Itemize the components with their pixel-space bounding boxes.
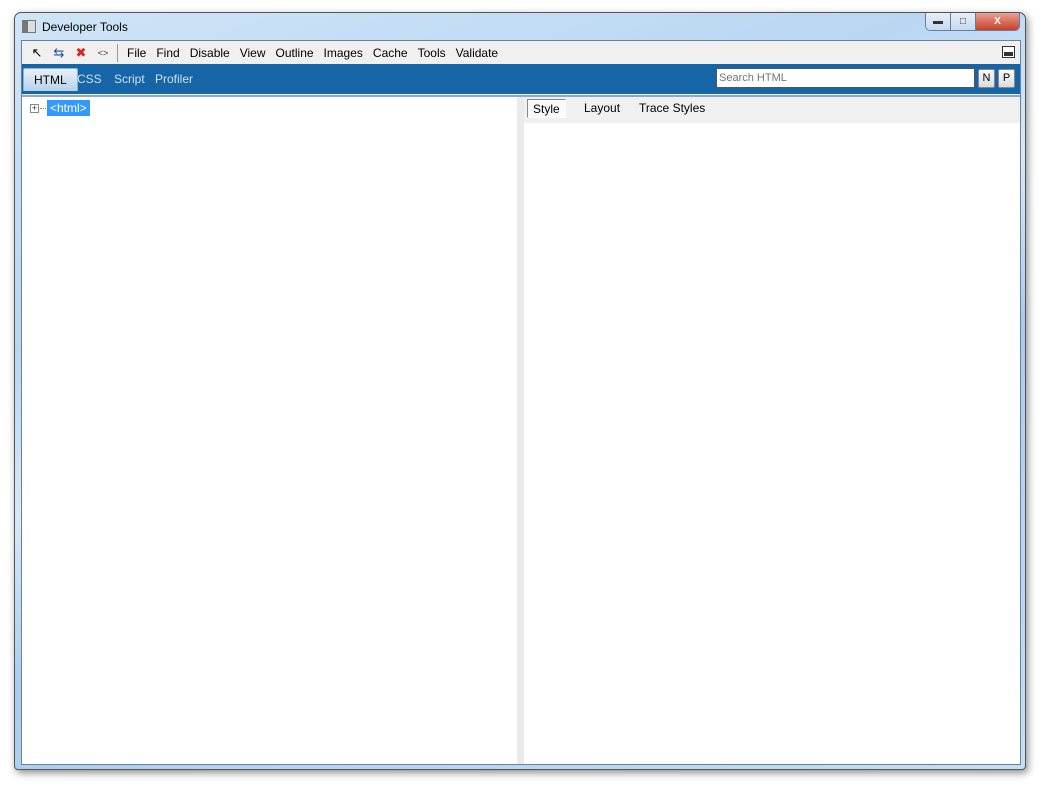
developer-tools-window: Developer Tools ▬ □ X ↖ ⇆ ✖ <> File Find… bbox=[14, 12, 1026, 770]
refresh-icon[interactable]: ⇆ bbox=[48, 43, 70, 63]
tab-bar: HTML CSS Script Profiler N P bbox=[22, 64, 1020, 94]
menu-tools[interactable]: Tools bbox=[413, 46, 451, 60]
tab-layout[interactable]: Layout bbox=[579, 99, 625, 118]
maximize-button[interactable]: □ bbox=[951, 13, 976, 30]
search-input[interactable] bbox=[716, 68, 975, 88]
style-pane: Style Layout Trace Styles bbox=[524, 97, 1020, 764]
close-button[interactable]: X bbox=[976, 13, 1019, 30]
menu-images[interactable]: Images bbox=[319, 46, 368, 60]
html-node-label[interactable]: <html> bbox=[47, 100, 90, 116]
tab-trace-styles[interactable]: Trace Styles bbox=[634, 99, 710, 118]
view-source-icon[interactable]: <> bbox=[92, 43, 114, 63]
html-tree-pane: + <html> bbox=[22, 97, 517, 764]
app-icon bbox=[22, 20, 36, 33]
style-tab-bar: Style Layout Trace Styles bbox=[524, 97, 1020, 123]
expand-icon[interactable]: + bbox=[30, 103, 39, 113]
dock-icon[interactable] bbox=[1002, 46, 1015, 58]
client-area: ↖ ⇆ ✖ <> File Find Disable View Outline … bbox=[21, 40, 1021, 765]
menu-disable[interactable]: Disable bbox=[185, 46, 235, 60]
menu-bar: ↖ ⇆ ✖ <> File Find Disable View Outline … bbox=[22, 41, 1020, 64]
tree-connector bbox=[40, 107, 46, 109]
tab-profiler[interactable]: Profiler bbox=[145, 68, 203, 91]
tree-node[interactable]: + <html> bbox=[30, 100, 90, 116]
menu-cache[interactable]: Cache bbox=[368, 46, 413, 60]
menu-file[interactable]: File bbox=[122, 46, 151, 60]
previous-button[interactable]: P bbox=[998, 69, 1015, 88]
pane-splitter[interactable] bbox=[517, 97, 524, 764]
select-element-icon[interactable]: ↖ bbox=[26, 43, 48, 63]
title-bar[interactable]: Developer Tools ▬ □ X bbox=[15, 13, 1025, 40]
minimize-button[interactable]: ▬ bbox=[926, 13, 951, 30]
menu-find[interactable]: Find bbox=[151, 46, 184, 60]
menu-view[interactable]: View bbox=[235, 46, 271, 60]
tab-style[interactable]: Style bbox=[527, 99, 566, 118]
window-title: Developer Tools bbox=[42, 20, 128, 34]
menu-validate[interactable]: Validate bbox=[451, 46, 503, 60]
toolbar-separator bbox=[117, 43, 118, 62]
next-button[interactable]: N bbox=[978, 69, 995, 88]
clear-browser-icon[interactable]: ✖ bbox=[70, 43, 92, 63]
menu-outline[interactable]: Outline bbox=[271, 46, 319, 60]
